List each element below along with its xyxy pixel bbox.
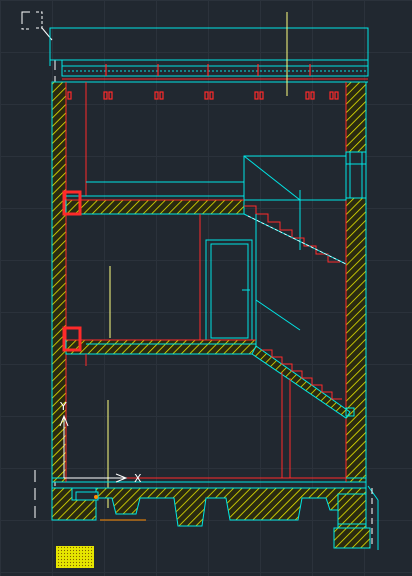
legend-swatch <box>56 546 94 568</box>
building-section-drawing: Y X <box>21 11 379 568</box>
ucs-x-label: X <box>134 472 142 485</box>
center-lines <box>107 12 288 508</box>
ucs-y-label: Y <box>59 400 67 413</box>
interior-door <box>199 214 301 341</box>
lower-stair-flight <box>251 345 355 419</box>
right-wall <box>345 81 367 483</box>
ucs-icon[interactable]: Y X <box>59 400 142 485</box>
middle-floor-slab <box>62 326 257 355</box>
orange-marker <box>94 495 98 499</box>
lower-room-lines <box>85 354 291 478</box>
upper-floor-slab <box>62 190 245 216</box>
viewport-corner-marker <box>21 11 53 41</box>
ground-floor-slab <box>51 477 367 489</box>
cad-drawing-canvas[interactable]: Y X <box>0 0 412 576</box>
right-window <box>345 151 367 199</box>
foundation <box>51 485 379 550</box>
roof-slab <box>61 59 369 83</box>
